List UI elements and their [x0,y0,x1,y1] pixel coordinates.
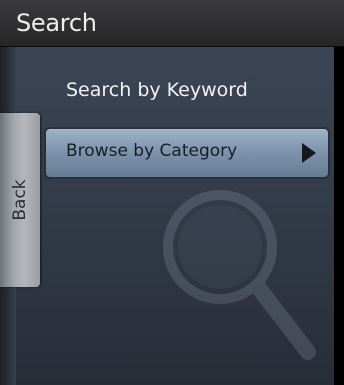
back-label: Back [10,179,30,221]
back-button[interactable]: Back [0,113,40,287]
title-bar: Search [0,0,344,47]
menu-panel: Back Search by Keyword Browse by Categor… [0,47,334,385]
menu-item-label: Search by Keyword [66,79,248,101]
chevron-right-icon [302,143,316,163]
page-title: Search [16,9,97,37]
menu-item-search-by-keyword[interactable]: Search by Keyword [46,67,328,117]
menu-item-browse-by-category[interactable]: Browse by Category [44,127,330,179]
screen-edge [334,47,344,385]
magnifying-glass-icon [163,190,316,360]
device-screen: Search Back Search by Keyword Browse by … [0,0,344,385]
menu-item-label: Browse by Category [66,141,238,161]
